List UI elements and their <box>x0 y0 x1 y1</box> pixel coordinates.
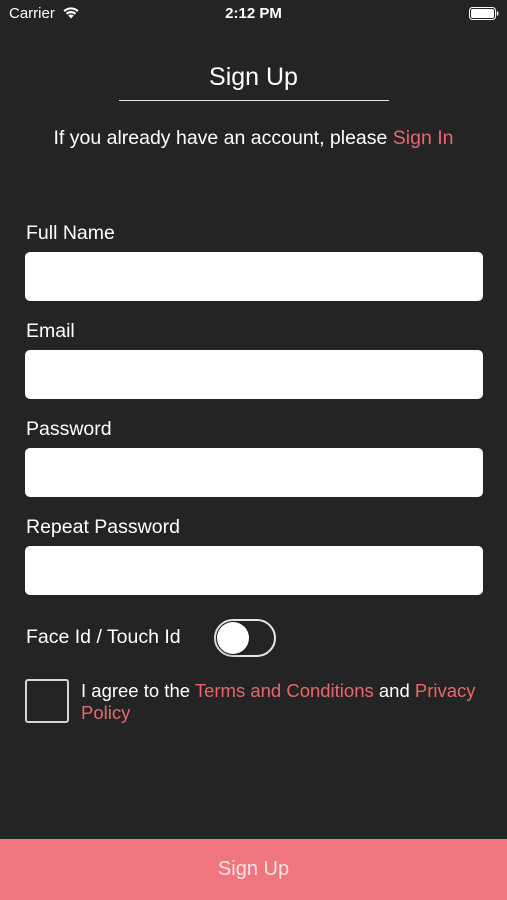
biometric-toggle[interactable] <box>214 619 276 657</box>
sign-up-screen: Carrier 2:12 PM Sign Up If you already h… <box>0 0 507 900</box>
repeat-password-label: Repeat Password <box>26 516 180 538</box>
page-title: Sign Up <box>209 63 298 91</box>
repeat-password-input[interactable] <box>25 546 483 595</box>
terms-link[interactable]: Terms and Conditions <box>195 680 374 701</box>
sign-in-link[interactable]: Sign In <box>393 127 454 149</box>
password-label: Password <box>26 418 112 440</box>
battery-icon <box>469 7 499 20</box>
full-name-input[interactable] <box>25 252 483 301</box>
agree-text-and: and <box>373 680 415 701</box>
agree-text: I agree to the Terms and Conditions and … <box>81 680 491 724</box>
sign-up-button[interactable]: Sign Up <box>0 839 507 900</box>
sign-in-prompt: If you already have an account, please S… <box>0 127 507 150</box>
biometric-label: Face Id / Touch Id <box>26 626 181 648</box>
clock: 2:12 PM <box>225 5 282 22</box>
sign-in-prompt-text: If you already have an account, please <box>53 127 393 149</box>
toggle-knob <box>217 622 249 654</box>
email-input[interactable] <box>25 350 483 399</box>
email-label: Email <box>26 320 75 342</box>
status-bar: Carrier 2:12 PM <box>0 0 507 28</box>
title-underline <box>119 100 389 101</box>
password-input[interactable] <box>25 448 483 497</box>
full-name-label: Full Name <box>26 222 115 244</box>
agree-text-prefix: I agree to the <box>81 680 195 701</box>
agree-checkbox[interactable] <box>25 679 69 723</box>
